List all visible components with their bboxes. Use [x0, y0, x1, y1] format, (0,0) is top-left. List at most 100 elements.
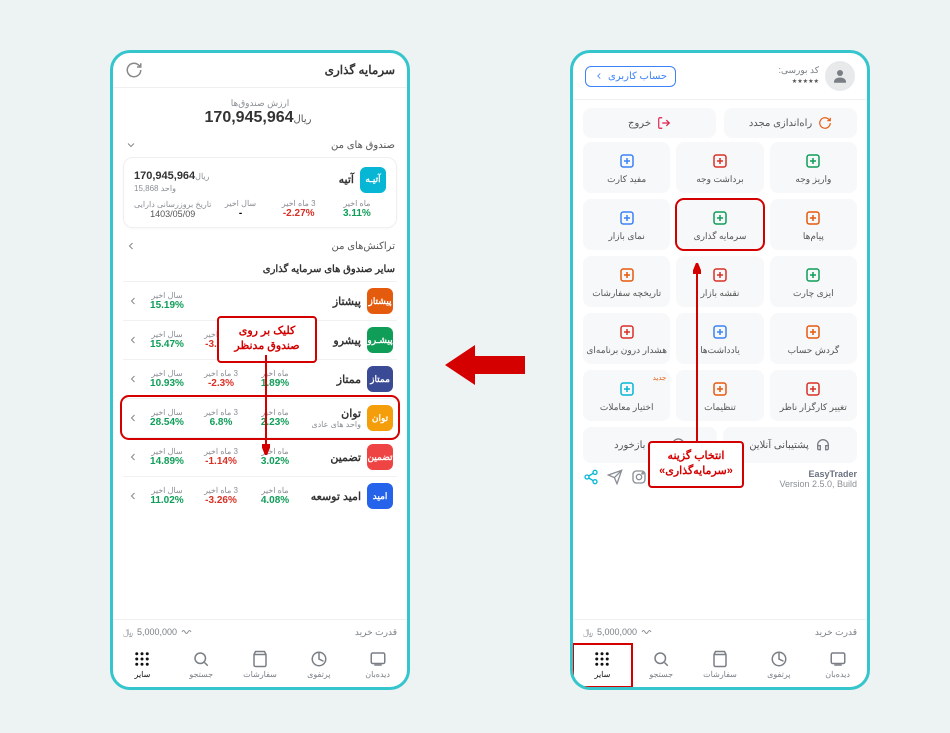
total-value: 170,945,964ریال — [113, 109, 407, 127]
nav-جستجو[interactable]: جستجو — [172, 644, 231, 687]
support-online-label: پشتیبانی آنلاین — [749, 440, 809, 451]
arrow-to-menu-item — [693, 263, 701, 441]
total-block: ارزش صندوق‌ها 170,945,964ریال — [113, 88, 407, 133]
chevron-left-icon — [127, 373, 139, 385]
menu-item-label: یادداشت‌ها — [700, 345, 740, 356]
menu-item-8[interactable]: تاریخچه سفارشات — [583, 256, 670, 307]
nav-سایر[interactable]: سایر — [573, 644, 632, 687]
fund-badge: توان — [367, 405, 393, 431]
menu-item-0[interactable]: واریز وجه — [770, 142, 857, 193]
menu-item-1[interactable]: برداشت وجه — [676, 142, 763, 193]
callout-select-invest: انتخاب گزینه «سرمایه‌گذاری» — [648, 441, 744, 488]
phone-investing: سرمایه گذاری ارزش صندوق‌ها 170,945,964ری… — [110, 50, 410, 690]
brand-label: EasyTrader — [779, 469, 857, 479]
menu-item-6[interactable]: ایزی چارت — [770, 256, 857, 307]
nav-پرتفوی[interactable]: پرتفوی — [289, 644, 348, 687]
buying-power-row: قدرت خرید 5,000,000 ﷼ — [113, 620, 407, 644]
fund-name: ممتاز — [303, 373, 361, 386]
fund-name: توان — [303, 407, 361, 420]
nav-سفارشات[interactable]: سفارشات — [691, 644, 750, 687]
nav-جستجو[interactable]: جستجو — [632, 644, 691, 687]
nav-label: سایر — [135, 670, 151, 679]
fund-badge: تضمین — [367, 444, 393, 470]
restart-label: راه‌اندازی مجدد — [749, 118, 812, 129]
menu-item-label: هشدار درون برنامه‌ای — [586, 345, 667, 356]
logout-button[interactable]: خروج — [583, 108, 716, 138]
user-account-button[interactable]: حساب کاربری — [585, 66, 676, 87]
nav-label: دیده‌بان — [365, 670, 390, 679]
header: کد بورسی: ٭٭٭٭٭ حساب کاربری — [573, 53, 867, 100]
menu-item-4[interactable]: سرمایه گذاری — [676, 199, 763, 250]
share-icon[interactable] — [583, 469, 599, 485]
chevron-left-icon — [127, 295, 139, 307]
chevron-left-icon — [127, 412, 139, 424]
menu-item-2[interactable]: مفید کارت — [583, 142, 670, 193]
menu-item-3[interactable]: پیام‌ها — [770, 199, 857, 250]
badge-new: جدید — [653, 374, 667, 382]
avatar-icon — [825, 61, 855, 91]
restart-button[interactable]: راه‌اندازی مجدد — [724, 108, 857, 138]
top-actions: راه‌اندازی مجدد خروج — [573, 100, 867, 142]
nav-دیده‌بان[interactable]: دیده‌بان — [808, 644, 867, 687]
bottom-nav: دیده‌بان پرتفوی سفارشاتجستجو سایر — [113, 644, 407, 687]
chevron-left-icon — [127, 451, 139, 463]
header: سرمایه گذاری — [113, 53, 407, 88]
fund-sub: واحد های عادی — [303, 420, 361, 429]
my-funds-header[interactable]: صندوق های من — [113, 133, 407, 157]
menu-item-label: پیام‌ها — [803, 231, 824, 242]
transactions-header[interactable]: تراکنش‌های من — [113, 234, 407, 258]
fund-row-4[interactable]: تضمین تضمین ماه اخیر3.02%3 ماه اخیر-1.14… — [123, 437, 397, 476]
power-label: قدرت خرید — [815, 627, 857, 638]
bottom-bar: قدرت خرید 5,000,000 ﷼ دیده‌بان پرتفوی سفار… — [113, 619, 407, 687]
other-funds-header: سایر صندوق های سرمایه گذاری — [113, 258, 407, 281]
menu-item-label: تاریخچه سفارشات — [592, 288, 661, 299]
nav-پرتفوی[interactable]: پرتفوی — [749, 644, 808, 687]
nav-دیده‌بان[interactable]: دیده‌بان — [348, 644, 407, 687]
other-funds-label: سایر صندوق های سرمایه گذاری — [263, 264, 395, 275]
menu-item-7[interactable]: نقشه بازار — [676, 256, 763, 307]
fund-row-3[interactable]: توان توان واحد های عادی ماه اخیر2.23%3 م… — [123, 398, 397, 437]
chevron-left-icon — [127, 334, 139, 346]
menu-item-label: نقشه بازار — [701, 288, 740, 299]
fund-row-2[interactable]: ممتاز ممتاز ماه اخیر1.89%3 ماه اخیر-2.3%… — [123, 359, 397, 398]
nav-label: سایر — [595, 670, 611, 679]
power-unit: ﷼ — [123, 627, 133, 638]
logout-label: خروج — [628, 118, 651, 129]
menu-item-5[interactable]: نمای بازار — [583, 199, 670, 250]
power-amount: 5,000,000 — [597, 627, 637, 637]
instagram-icon[interactable] — [631, 469, 647, 485]
nav-label: پرتفوی — [767, 670, 790, 679]
my-fund-card[interactable]: آتیـه آتیه 170,945,964ریال 15,868 واحد م… — [123, 157, 397, 228]
nav-سایر[interactable]: سایر — [113, 644, 172, 687]
fund-name: تضمین — [303, 451, 361, 464]
fund-row-0[interactable]: پیشتاز پیشتاز سال اخیر15.19% — [123, 281, 397, 320]
fund-row-5[interactable]: امید امید توسعه ماه اخیر4.08%3 ماه اخیر-… — [123, 476, 397, 515]
my-funds-label: صندوق های من — [331, 140, 395, 151]
fund-badge: ممتاز — [367, 366, 393, 392]
menu-item-11[interactable]: هشدار درون برنامه‌ای — [583, 313, 670, 364]
nav-label: سفارشات — [703, 670, 737, 679]
nav-سفارشات[interactable]: سفارشات — [231, 644, 290, 687]
menu-item-label: سرمایه گذاری — [694, 231, 747, 242]
chevron-left-icon — [125, 240, 137, 252]
version-label: Version 2.5.0, Build — [779, 479, 857, 489]
refresh-icon[interactable] — [125, 61, 143, 79]
arrow-to-fund-row — [262, 355, 270, 455]
menu-item-10[interactable]: یادداشت‌ها — [676, 313, 763, 364]
menu-item-14[interactable]: جدیداختیار معاملات — [583, 370, 670, 421]
menu-item-label: نمای بازار — [608, 231, 644, 242]
power-label: قدرت خرید — [355, 627, 397, 638]
nav-label: جستجو — [649, 670, 673, 679]
menu-item-13[interactable]: تنظیمات — [676, 370, 763, 421]
menu-item-label: واریز وجه — [795, 174, 831, 185]
menu-item-12[interactable]: تغییر کارگزار ناظر — [770, 370, 857, 421]
bottom-bar: قدرت خرید 5,000,000 ﷼ دیده‌بان پرتفوی سفار… — [573, 619, 867, 687]
tx-label: تراکنش‌های من — [331, 241, 395, 252]
social-icons — [583, 469, 647, 485]
menu-item-9[interactable]: گردش حساب — [770, 313, 857, 364]
nav-label: پرتفوی — [307, 670, 330, 679]
power-unit: ﷼ — [583, 627, 593, 638]
power-amount: 5,000,000 — [137, 627, 177, 637]
telegram-icon[interactable] — [607, 469, 623, 485]
code-value: ٭٭٭٭٭ — [778, 76, 819, 87]
